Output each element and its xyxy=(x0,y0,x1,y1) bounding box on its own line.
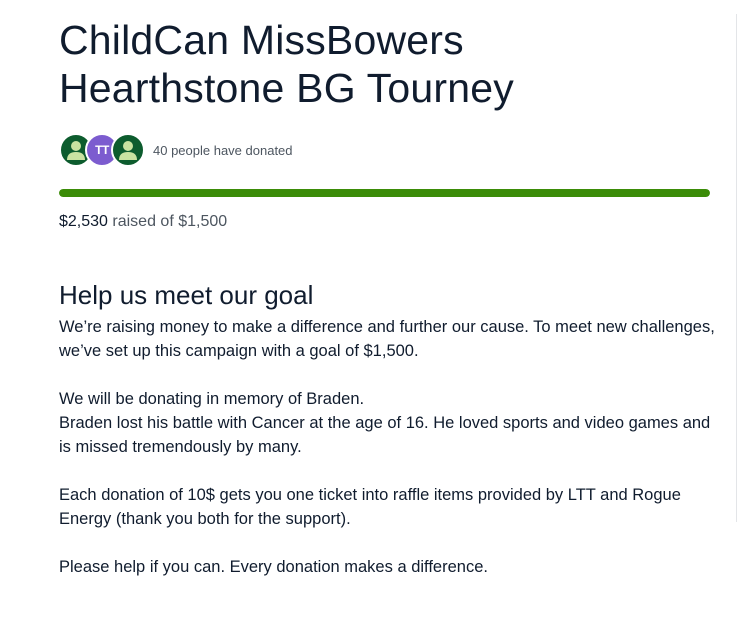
raised-goal-text: raised of $1,500 xyxy=(112,213,228,230)
story-heading: Help us meet our goal xyxy=(59,280,314,310)
donor-initials: TT xyxy=(95,143,109,157)
campaign-story: We’re raising money to make a difference… xyxy=(59,315,719,603)
story-line: We will be donating in memory of Braden. xyxy=(59,390,365,408)
progress-bar-fill xyxy=(59,189,710,197)
donor-count-text: 40 people have donated xyxy=(153,142,293,158)
story-paragraph: We’re raising money to make a difference… xyxy=(59,318,715,360)
campaign-title: ChildCan MissBowers Hearthstone BG Tourn… xyxy=(59,17,514,111)
donor-summary[interactable]: TT 40 people have donated xyxy=(59,133,293,167)
donor-avatar-3 xyxy=(111,133,145,167)
person-icon xyxy=(114,136,142,164)
story-paragraph: Each donation of 10$ gets you one ticket… xyxy=(59,486,681,528)
raised-amount: $2,530 xyxy=(59,213,108,230)
story-line: Braden lost his battle with Cancer at th… xyxy=(59,414,711,456)
story-paragraph: We will be donating in memory of Braden.… xyxy=(59,387,719,459)
story-paragraph: Please help if you can. Every donation m… xyxy=(59,558,488,576)
right-panel-edge xyxy=(736,14,737,522)
raised-summary: $2,530 raised of $1,500 xyxy=(59,212,227,232)
progress-bar xyxy=(59,189,710,197)
